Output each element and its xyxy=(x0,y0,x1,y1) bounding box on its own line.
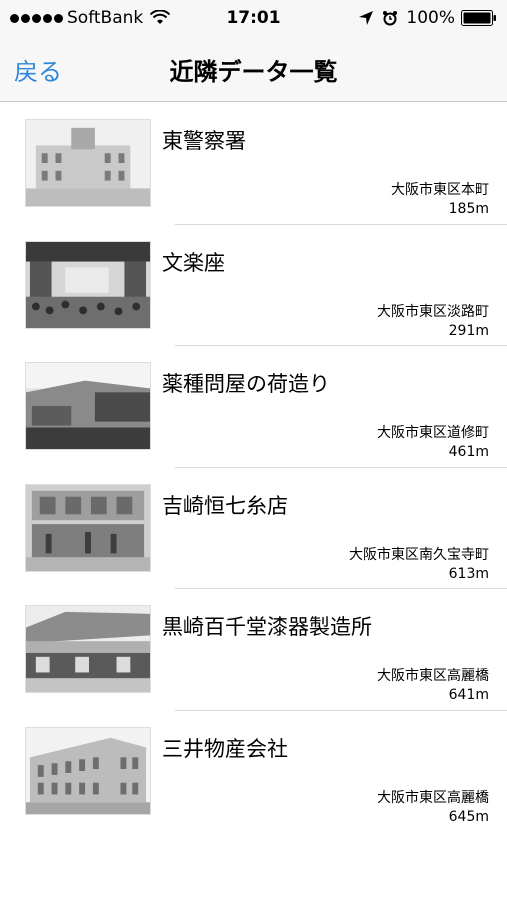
list-item[interactable]: 黒崎百千堂漆器製造所 大阪市東区高麗橋 641m xyxy=(0,589,507,711)
item-title: 文楽座 xyxy=(162,250,225,275)
item-title: 黒崎百千堂漆器製造所 xyxy=(162,615,372,639)
list-item[interactable]: 文楽座 大阪市東区淡路町 291m xyxy=(0,225,507,346)
page-title: 近隣データ一覧 xyxy=(169,58,338,86)
item-title: 吉崎恒七糸店 xyxy=(162,493,288,518)
thumbnail-photo xyxy=(25,119,151,207)
status-right: 100% xyxy=(358,8,497,28)
thumbnail-photo xyxy=(25,726,151,815)
item-distance: 291m xyxy=(448,322,489,339)
item-address: 大阪市東区南久宝寺町 xyxy=(349,546,489,563)
thumbnail-photo xyxy=(25,483,151,572)
item-distance: 613m xyxy=(448,565,489,582)
battery-icon xyxy=(461,10,496,26)
list-item[interactable]: 東警察署 大阪市東区本町 185m xyxy=(0,103,507,225)
item-distance: 645m xyxy=(448,808,489,825)
item-title: 東警察署 xyxy=(162,129,246,153)
list-item[interactable]: 三井物産会社 大阪市東区高麗橋 645m xyxy=(0,711,507,833)
item-address: 大阪市東区本町 xyxy=(391,182,489,198)
item-title: 三井物産会社 xyxy=(162,736,288,761)
location-arrow-icon xyxy=(359,11,374,25)
item-distance: 185m xyxy=(448,201,489,217)
thumbnail-photo xyxy=(25,240,151,329)
item-address: 大阪市東区高麗橋 xyxy=(377,789,489,806)
item-distance: 641m xyxy=(448,687,489,703)
navigation-bar: 戻る 近隣データ一覧 xyxy=(0,36,507,102)
item-address: 大阪市東区道修町 xyxy=(377,425,489,441)
thumbnail-photo xyxy=(25,605,151,693)
item-address: 大阪市東区高麗橋 xyxy=(377,668,489,684)
battery-percent: 100% xyxy=(406,8,455,28)
thumbnail-photo xyxy=(25,362,151,450)
alarm-clock-icon xyxy=(383,11,398,26)
list-item[interactable]: 薬種問屋の荷造り 大阪市東区道修町 461m xyxy=(0,346,507,468)
item-title: 薬種問屋の荷造り xyxy=(162,372,330,396)
status-bar: SoftBank 17:01 100% xyxy=(0,0,507,36)
list-item[interactable]: 吉崎恒七糸店 大阪市東区南久宝寺町 613m xyxy=(0,468,507,589)
item-distance: 461m xyxy=(448,444,489,460)
nearby-list: 東警察署 大阪市東区本町 185m 文楽座 大阪市東区淡路町 291m 薬種問屋… xyxy=(0,103,507,832)
item-address: 大阪市東区淡路町 xyxy=(377,303,489,320)
